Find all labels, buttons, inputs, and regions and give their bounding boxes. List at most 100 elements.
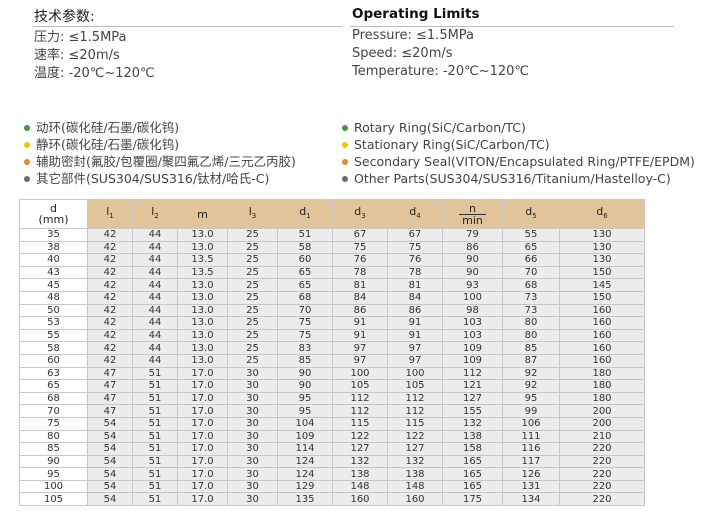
table-cell: 13.5: [177, 265, 228, 280]
material-rotary-ring-en: Rotary Ring(SiC/Carbon/TC): [340, 119, 695, 136]
table-cell: 70: [502, 265, 560, 280]
table-cell-d: 35: [19, 228, 88, 242]
table-cell: 51: [132, 467, 178, 481]
table-cell: 51: [277, 228, 333, 242]
table-cell: 42: [87, 228, 133, 242]
table-cell: 180: [559, 379, 645, 393]
table-cell: 121: [442, 379, 503, 393]
table-cell: 165: [442, 454, 503, 469]
table-cell: 30: [227, 467, 278, 481]
material-other-parts-en: Other Parts(SUS304/SUS316/Titanium/Haste…: [340, 170, 695, 187]
table-cell: 30: [227, 454, 278, 469]
table-cell-d: 70: [19, 404, 88, 418]
table-cell: 42: [87, 328, 133, 343]
table-cell: 83: [277, 341, 333, 355]
table-cell: 25: [227, 353, 278, 368]
table-cell: 70: [277, 303, 333, 318]
table-cell: 112: [387, 391, 443, 406]
green-bullet-icon: [24, 124, 30, 131]
material-label: Rotary Ring(SiC/Carbon/TC): [354, 120, 526, 135]
table-cell: 112: [387, 404, 443, 418]
table-cell-d: 60: [19, 353, 88, 368]
table-cell: 132: [442, 416, 503, 431]
table-cell: 51: [132, 416, 178, 431]
table-row: 43 42 44 13.5 25 65 78 78 90 70 150: [19, 265, 645, 280]
table-cell: 95: [277, 391, 333, 406]
table-cell: 47: [87, 366, 133, 381]
table-cell: 30: [227, 492, 278, 507]
table-cell: 80: [502, 328, 560, 343]
yellow-bullet-icon: [342, 141, 348, 148]
table-cell-d: 58: [19, 341, 88, 355]
table-cell-d: 90: [19, 454, 88, 469]
table-cell-d: 63: [19, 366, 88, 381]
table-cell: 131: [502, 479, 560, 494]
table-cell: 54: [87, 429, 133, 444]
table-cell: 150: [559, 290, 645, 305]
table-cell: 109: [277, 429, 333, 444]
table-cell: 220: [559, 467, 645, 481]
table-cell: 81: [387, 278, 443, 292]
table-cell: 17.0: [177, 454, 228, 469]
table-cell: 97: [332, 341, 388, 355]
table-cell: 54: [87, 442, 133, 456]
table-cell: 109: [442, 341, 503, 355]
table-cell: 73: [502, 303, 560, 318]
table-row: 68 47 51 17.0 30 95 112 112 127 95 180: [19, 391, 645, 406]
green-bullet-icon: [342, 124, 348, 131]
table-cell: 17.0: [177, 379, 228, 393]
spec-temperature-cn: 温度: -20℃~120℃: [34, 66, 155, 81]
table-cell: 130: [559, 228, 645, 242]
table-cell: 17.0: [177, 442, 228, 456]
table-cell: 30: [227, 391, 278, 406]
table-cell: 13.0: [177, 228, 228, 242]
table-cell: 91: [332, 316, 388, 330]
table-cell: 90: [277, 366, 333, 381]
table-cell: 87: [502, 353, 560, 368]
table-cell: 54: [87, 467, 133, 481]
table-cell: 25: [227, 278, 278, 292]
table-cell: 148: [332, 479, 388, 494]
table-cell: 81: [332, 278, 388, 292]
table-cell: 75: [277, 328, 333, 343]
table-cell: 47: [87, 391, 133, 406]
table-cell: 75: [332, 240, 388, 255]
table-cell: 13.0: [177, 316, 228, 330]
table-cell: 13.0: [177, 240, 228, 255]
table-row: 38 42 44 13.0 25 58 75 75 86 65 130: [19, 240, 645, 255]
table-cell: 44: [132, 228, 178, 242]
table-cell: 111: [502, 429, 560, 444]
table-cell-d: 80: [19, 429, 88, 444]
table-cell: 47: [87, 404, 133, 418]
table-cell: 13.0: [177, 353, 228, 368]
table-cell: 155: [442, 404, 503, 418]
table-cell: 106: [502, 416, 560, 431]
table-cell: 95: [502, 391, 560, 406]
table-cell: 130: [559, 240, 645, 255]
table-cell: 97: [387, 353, 443, 368]
table-cell-d: 85: [19, 442, 88, 456]
table-cell: 84: [387, 290, 443, 305]
table-cell: 47: [87, 379, 133, 393]
table-cell: 44: [132, 278, 178, 292]
header-d5: d5: [502, 199, 560, 229]
table-cell-d: 75: [19, 416, 88, 431]
table-cell: 30: [227, 416, 278, 431]
table-row: 100 54 51 17.0 30 129 148 148 165 131 220: [19, 479, 645, 494]
table-cell: 30: [227, 442, 278, 456]
table-cell: 109: [442, 353, 503, 368]
table-cell: 165: [442, 479, 503, 494]
table-cell: 44: [132, 240, 178, 255]
table-cell: 25: [227, 328, 278, 343]
table-cell: 17.0: [177, 429, 228, 444]
table-cell: 100: [442, 290, 503, 305]
gray-bullet-icon: [342, 175, 348, 182]
table-cell: 124: [277, 454, 333, 469]
table-row: 53 42 44 13.0 25 75 91 91 103 80 160: [19, 316, 645, 330]
table-cell: 42: [87, 341, 133, 355]
table-cell: 42: [87, 253, 133, 267]
table-cell: 91: [332, 328, 388, 343]
table-cell: 68: [277, 290, 333, 305]
table-cell: 160: [559, 316, 645, 330]
table-row: 85 54 51 17.0 30 114 127 127 158 116 220: [19, 442, 645, 456]
